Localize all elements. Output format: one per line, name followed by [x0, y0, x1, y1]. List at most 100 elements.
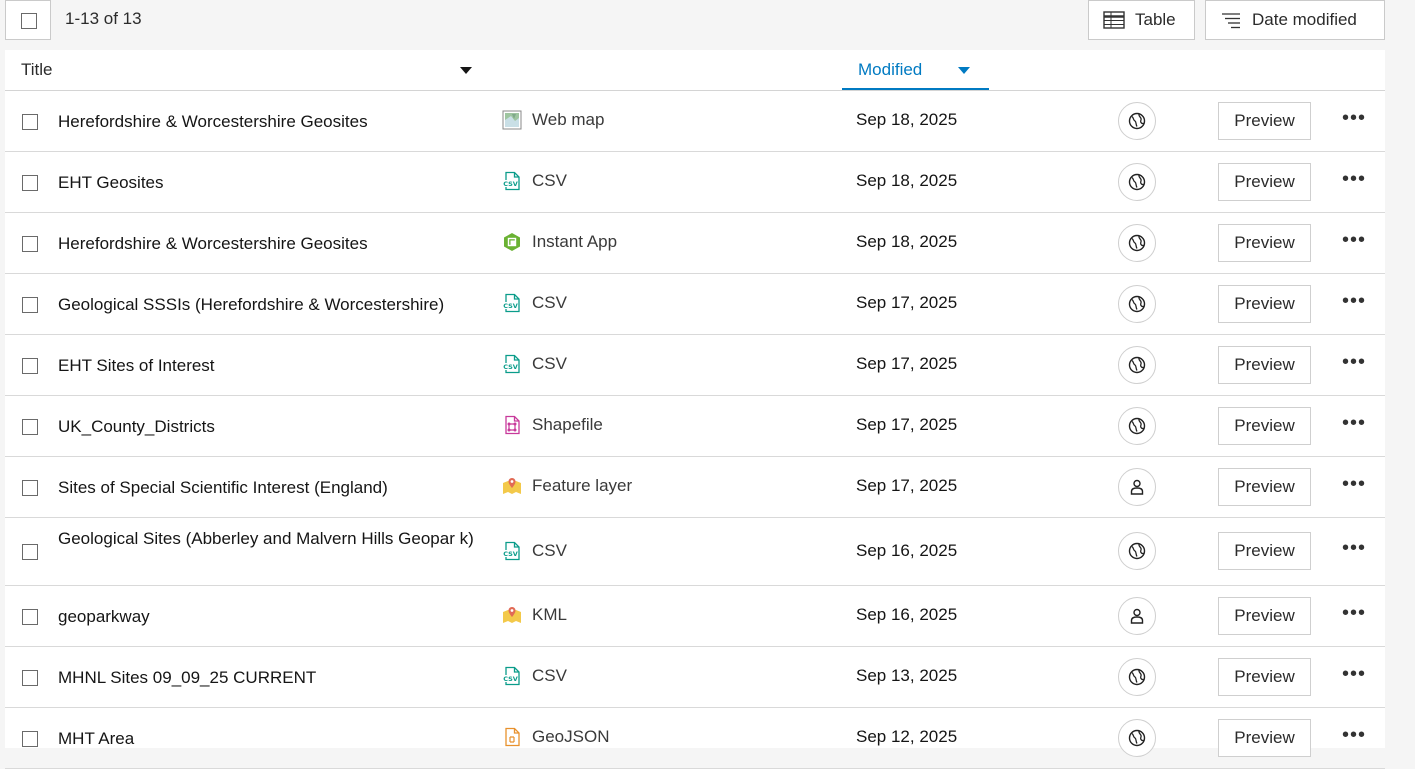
- sharing-status-button[interactable]: [1118, 658, 1156, 696]
- item-title-link[interactable]: Geological Sites (Abberley and Malvern H…: [58, 527, 488, 550]
- sharing-status-button[interactable]: [1118, 285, 1156, 323]
- item-type-label: Instant App: [532, 232, 618, 251]
- item-type-label: CSV: [532, 293, 567, 312]
- preview-button[interactable]: Preview: [1218, 468, 1311, 506]
- item-title-link[interactable]: Sites of Special Scientific Interest (En…: [58, 476, 488, 499]
- more-options-icon[interactable]: •••: [1342, 725, 1366, 748]
- svg-text:CSV: CSV: [503, 302, 518, 310]
- preview-button[interactable]: Preview: [1218, 532, 1311, 570]
- table-row[interactable]: UK_County_Districts Shapefile Sep 17, 2025…: [5, 396, 1385, 457]
- item-type: Instant App: [502, 232, 617, 252]
- item-title-link[interactable]: MHT Area: [58, 727, 488, 750]
- row-checkbox[interactable]: [22, 419, 38, 435]
- item-type-label: Feature layer: [532, 476, 633, 495]
- item-title-link[interactable]: MHNL Sites 09_09_25 CURRENT: [58, 666, 488, 689]
- item-type: GeoJSON: [502, 727, 609, 747]
- item-type: Shapefile: [502, 415, 603, 435]
- sharing-status-button[interactable]: [1118, 407, 1156, 445]
- row-checkbox[interactable]: [22, 236, 38, 252]
- more-options-icon[interactable]: •••: [1342, 108, 1366, 131]
- item-modified-date: Sep 16, 2025: [856, 605, 958, 624]
- more-options-icon[interactable]: •••: [1342, 538, 1366, 561]
- select-all-container[interactable]: [5, 0, 51, 40]
- svg-text:CSV: CSV: [503, 550, 518, 558]
- item-modified-date: Sep 17, 2025: [856, 415, 958, 434]
- preview-button[interactable]: Preview: [1218, 658, 1311, 696]
- column-header-title[interactable]: Title: [21, 60, 53, 80]
- public-globe-icon: [1127, 294, 1147, 314]
- sharing-status-button[interactable]: [1118, 102, 1156, 140]
- more-options-icon[interactable]: •••: [1342, 413, 1366, 436]
- item-title-link[interactable]: EHT Sites of Interest: [58, 354, 488, 377]
- table-row[interactable]: geoparkway KML Sep 16, 2025 Preview •••: [5, 586, 1385, 647]
- item-title-link[interactable]: Herefordshire & Worcestershire Geosites: [58, 232, 488, 255]
- row-checkbox[interactable]: [22, 731, 38, 747]
- title-sort-caret-icon[interactable]: [460, 67, 472, 74]
- sharing-status-button[interactable]: [1118, 719, 1156, 757]
- more-options-icon[interactable]: •••: [1342, 474, 1366, 497]
- sharing-status-button[interactable]: [1118, 346, 1156, 384]
- sharing-status-button[interactable]: [1118, 468, 1156, 506]
- row-checkbox[interactable]: [22, 358, 38, 374]
- table-row[interactable]: Geological Sites (Abberley and Malvern H…: [5, 518, 1385, 586]
- owner-person-icon: [1127, 606, 1147, 626]
- svg-text:CSV: CSV: [503, 363, 518, 371]
- item-type-label: CSV: [532, 171, 567, 190]
- public-globe-icon: [1127, 172, 1147, 192]
- item-modified-date: Sep 18, 2025: [856, 232, 958, 251]
- sharing-status-button[interactable]: [1118, 532, 1156, 570]
- csv-icon: CSV: [502, 293, 522, 313]
- more-options-icon[interactable]: •••: [1342, 603, 1366, 626]
- csv-icon: CSV: [502, 171, 522, 191]
- sharing-status-button[interactable]: [1118, 163, 1156, 201]
- preview-button[interactable]: Preview: [1218, 224, 1311, 262]
- item-type-label: KML: [532, 605, 567, 624]
- item-title-link[interactable]: UK_County_Districts: [58, 415, 488, 438]
- table-row[interactable]: EHT Geosites CSV CSV Sep 18, 2025 Preview •••: [5, 152, 1385, 213]
- sharing-status-button[interactable]: [1118, 597, 1156, 635]
- modified-sort-caret-icon: [958, 67, 970, 74]
- table-row[interactable]: EHT Sites of Interest CSV CSV Sep 17, 2025 P…: [5, 335, 1385, 396]
- geojson-icon: [502, 727, 522, 747]
- preview-button[interactable]: Preview: [1218, 407, 1311, 445]
- column-header-modified[interactable]: Modified: [842, 50, 989, 90]
- item-title-link[interactable]: Herefordshire & Worcestershire Geosites: [58, 110, 488, 133]
- row-checkbox[interactable]: [22, 609, 38, 625]
- item-title-link[interactable]: Geological SSSIs (Herefordshire & Worces…: [58, 293, 488, 316]
- table-row[interactable]: Herefordshire & Worcestershire Geosites I…: [5, 213, 1385, 274]
- more-options-icon[interactable]: •••: [1342, 230, 1366, 253]
- more-options-icon[interactable]: •••: [1342, 352, 1366, 375]
- sharing-status-button[interactable]: [1118, 224, 1156, 262]
- item-type-label: Shapefile: [532, 415, 603, 434]
- csv-icon: CSV: [502, 541, 522, 561]
- more-options-icon[interactable]: •••: [1342, 169, 1366, 192]
- row-checkbox[interactable]: [22, 670, 38, 686]
- item-title-link[interactable]: EHT Geosites: [58, 171, 488, 194]
- preview-button[interactable]: Preview: [1218, 163, 1311, 201]
- preview-button[interactable]: Preview: [1218, 102, 1311, 140]
- more-options-icon[interactable]: •••: [1342, 291, 1366, 314]
- sort-button[interactable]: Date modified: [1205, 0, 1385, 40]
- select-all-checkbox[interactable]: [21, 13, 37, 29]
- view-table-button[interactable]: Table: [1088, 0, 1195, 40]
- table-row[interactable]: Geological SSSIs (Herefordshire & Worces…: [5, 274, 1385, 335]
- preview-button[interactable]: Preview: [1218, 597, 1311, 635]
- table-row[interactable]: Sites of Special Scientific Interest (En…: [5, 457, 1385, 518]
- table-row[interactable]: Herefordshire & Worcestershire Geosites W…: [5, 91, 1385, 152]
- row-checkbox[interactable]: [22, 297, 38, 313]
- row-checkbox[interactable]: [22, 480, 38, 496]
- preview-button[interactable]: Preview: [1218, 346, 1311, 384]
- item-modified-date: Sep 13, 2025: [856, 666, 958, 685]
- csv-icon: CSV: [502, 666, 522, 686]
- row-checkbox[interactable]: [22, 544, 38, 560]
- feature-layer-icon: [502, 476, 522, 496]
- table-row[interactable]: MHNL Sites 09_09_25 CURRENT CSV CSV Sep 13,…: [5, 647, 1385, 708]
- public-globe-icon: [1127, 667, 1147, 687]
- row-checkbox[interactable]: [22, 114, 38, 130]
- item-title-link[interactable]: geoparkway: [58, 605, 488, 628]
- table-row[interactable]: MHT Area GeoJSON Sep 12, 2025 Preview •••: [5, 708, 1385, 769]
- preview-button[interactable]: Preview: [1218, 285, 1311, 323]
- more-options-icon[interactable]: •••: [1342, 664, 1366, 687]
- row-checkbox[interactable]: [22, 175, 38, 191]
- preview-button[interactable]: Preview: [1218, 719, 1311, 757]
